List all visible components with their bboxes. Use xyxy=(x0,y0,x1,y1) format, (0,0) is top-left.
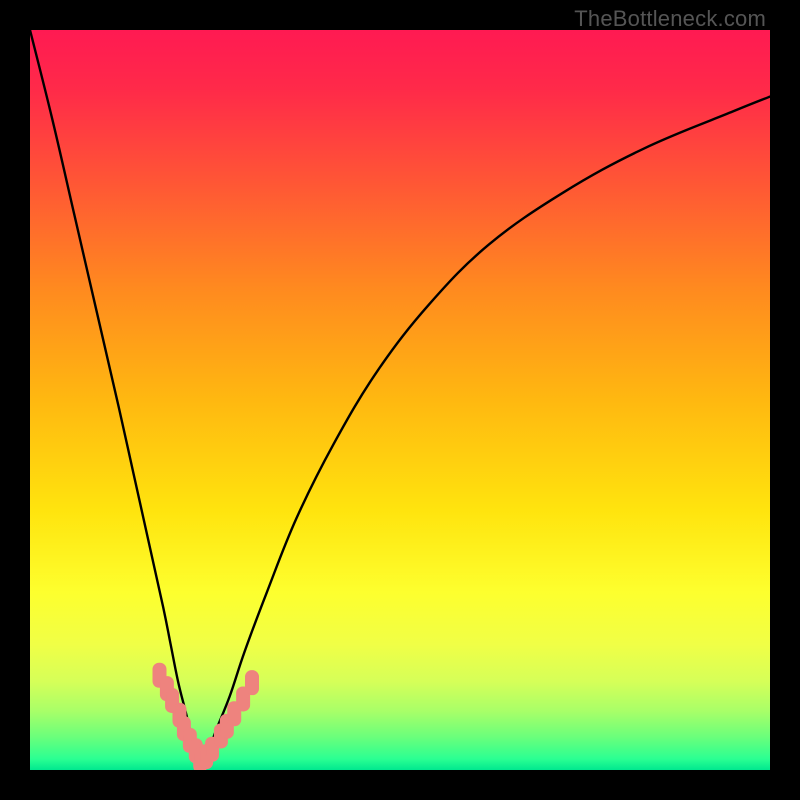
marker-points-group xyxy=(153,663,259,770)
watermark-text: TheBottleneck.com xyxy=(574,6,766,32)
marker-point xyxy=(246,671,259,695)
plot-area xyxy=(30,30,770,770)
chart-frame: TheBottleneck.com xyxy=(0,0,800,800)
bottleneck-curve xyxy=(30,30,770,762)
curve-overlay xyxy=(30,30,770,770)
